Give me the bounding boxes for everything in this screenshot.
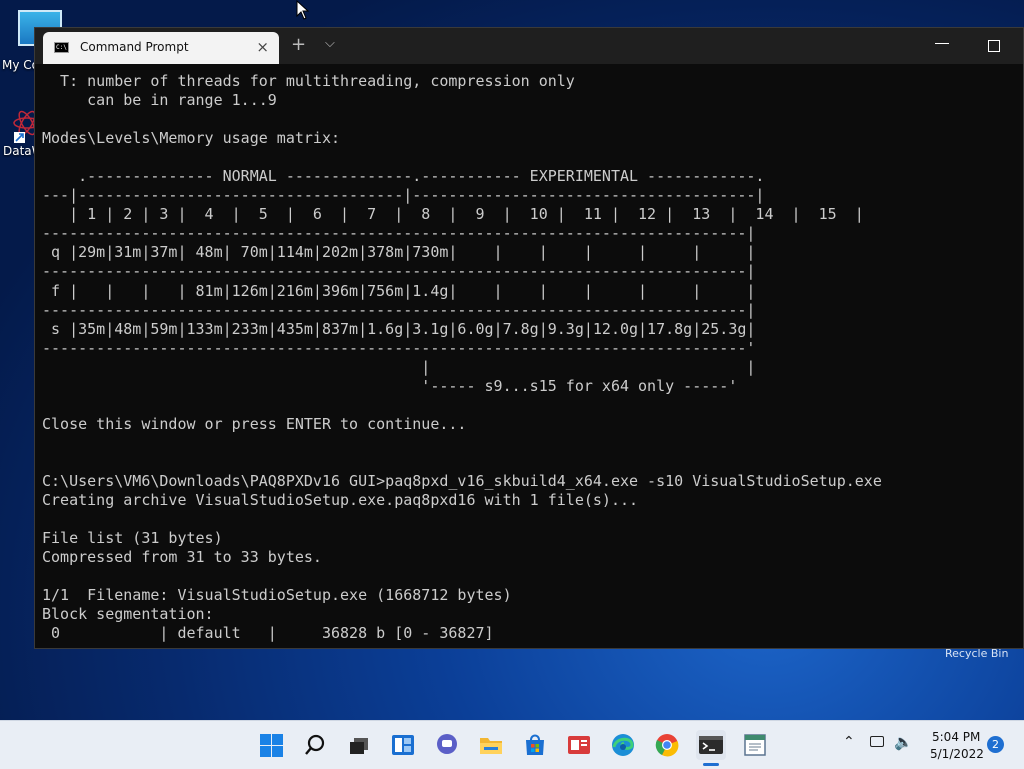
terminal-line: ---|------------------------------------… <box>42 186 765 205</box>
terminal-line: | | <box>42 357 756 376</box>
search-icon <box>305 734 325 755</box>
terminal-line: Block segmentation: <box>42 605 214 624</box>
task-view-icon <box>350 738 368 754</box>
terminal-line: can be in range 1...9 <box>42 91 277 110</box>
terminal-line: .-------------- NORMAL --------------.--… <box>42 167 765 186</box>
search-button[interactable] <box>300 730 330 760</box>
terminal-line: f | | | | 81m|126m|216m|396m|756m|1.4g| … <box>42 281 756 300</box>
terminal-line: '----- s9...s15 for x64 only -----' <box>42 376 738 395</box>
store-icon <box>526 734 544 755</box>
terminal-line: ----------------------------------------… <box>42 300 756 319</box>
file-explorer-button[interactable] <box>476 730 506 760</box>
task-view-button[interactable] <box>344 730 374 760</box>
notification-badge[interactable]: 2 <box>987 736 1004 753</box>
office-app-button[interactable] <box>564 730 594 760</box>
terminal-line: File list (31 bytes) <box>42 529 223 548</box>
notepad-icon <box>744 734 766 756</box>
terminal-icon <box>699 736 723 754</box>
start-button[interactable] <box>256 730 286 760</box>
terminal-line: Close this window or press ENTER to cont… <box>42 414 467 433</box>
chevron-up-icon[interactable]: ⌃ <box>843 734 855 750</box>
cmd-icon: C:\ <box>54 42 69 53</box>
tab-command-prompt[interactable]: C:\ Command Prompt × <box>43 32 279 64</box>
terminal-line: | 1 | 2 | 3 | 4 | 5 | 6 | 7 | 8 | 9 | 10… <box>42 205 864 224</box>
terminal-line: Compressed from 31 to 33 bytes. <box>42 548 322 567</box>
terminal-line: ----------------------------------------… <box>42 338 756 357</box>
microsoft-store-button[interactable] <box>520 730 550 760</box>
new-tab-button[interactable]: + <box>291 34 306 55</box>
clock-time[interactable]: 5:04 PM <box>932 730 980 744</box>
teams-chat-button[interactable] <box>432 730 462 760</box>
folder-icon <box>480 738 502 754</box>
tab-title: Command Prompt <box>80 40 189 54</box>
terminal-line: ----------------------------------------… <box>42 262 756 281</box>
widgets-button[interactable] <box>388 730 418 760</box>
edge-browser-button[interactable] <box>608 730 638 760</box>
notepad-button[interactable] <box>740 730 770 760</box>
chat-icon <box>437 734 457 754</box>
taskbar: ⌃ 🔈 5:04 PM 5/1/2022 2 <box>0 720 1024 769</box>
chrome-browser-button[interactable] <box>652 730 682 760</box>
news-app-icon <box>568 736 590 754</box>
terminal-line: T: number of threads for multithreading,… <box>42 72 575 90</box>
active-app-indicator <box>703 763 719 766</box>
minimize-button[interactable] <box>935 43 949 44</box>
edge-icon <box>612 734 634 756</box>
terminal-line: ----------------------------------------… <box>42 224 756 243</box>
title-bar[interactable]: C:\ Command Prompt × + ⌵ <box>35 28 1023 64</box>
terminal-line: Modes\Levels\Memory usage matrix: <box>42 129 341 148</box>
terminal-button[interactable] <box>696 730 726 760</box>
terminal-line: q |29m|31m|37m| 48m| 70m|114m|202m|378m|… <box>42 243 756 262</box>
terminal-line: s |35m|48m|59m|133m|233m|435m|837m|1.6g|… <box>42 319 756 338</box>
clock-date[interactable]: 5/1/2022 <box>930 747 984 761</box>
terminal-line: C:\Users\VM6\Downloads\PAQ8PXDv16 GUI>pa… <box>42 471 882 490</box>
mouse-cursor-icon <box>296 0 310 20</box>
terminal-line: 0 | default | 36828 b [0 - 36827] <box>42 624 494 643</box>
volume-icon[interactable]: 🔈 <box>894 733 913 751</box>
command-prompt-window[interactable]: C:\ Command Prompt × + ⌵ T: number of th… <box>34 27 1024 649</box>
chrome-icon <box>655 734 679 757</box>
terminal-output[interactable]: T: number of threads for multithreading,… <box>42 72 882 643</box>
terminal-line: 1/1 Filename: VisualStudioSetup.exe (166… <box>42 586 512 605</box>
network-icon[interactable] <box>870 736 884 747</box>
widgets-icon <box>392 735 414 755</box>
maximize-button[interactable] <box>988 40 1000 52</box>
terminal-line: Creating archive VisualStudioSetup.exe.p… <box>42 491 639 510</box>
tab-close-icon[interactable]: × <box>256 38 269 56</box>
windows-logo-icon <box>260 734 271 745</box>
tab-dropdown-icon[interactable]: ⌵ <box>325 36 335 51</box>
